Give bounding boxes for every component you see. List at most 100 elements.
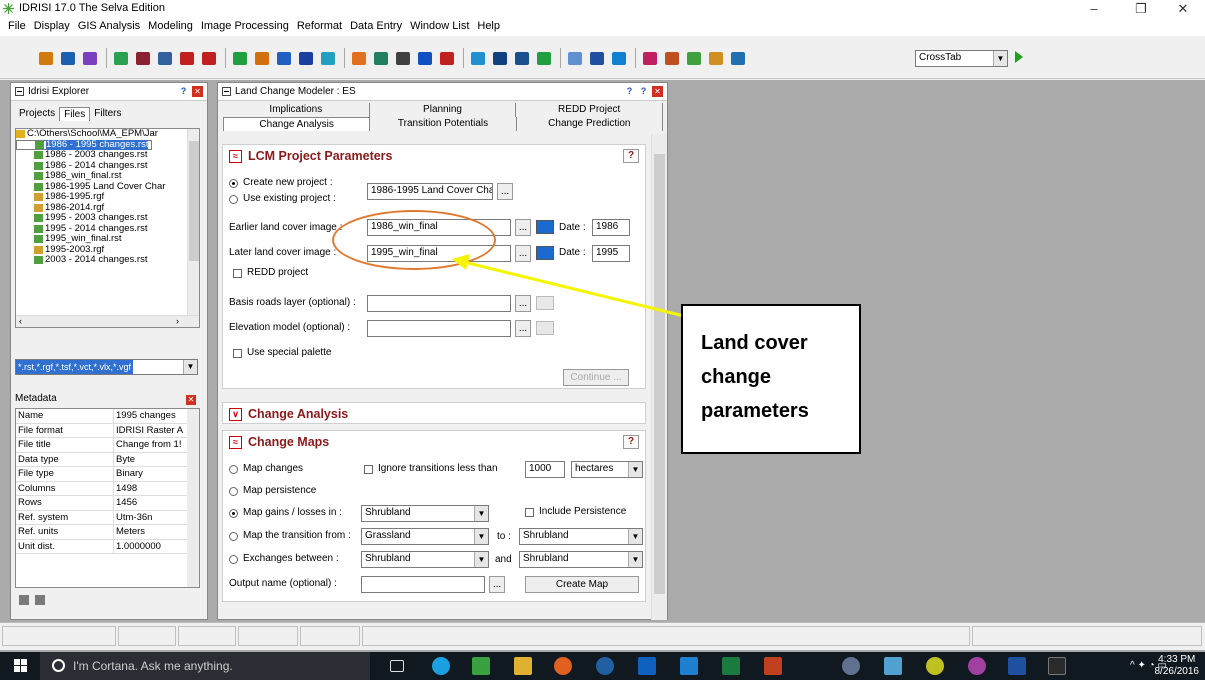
toolbar-tool-icon[interactable]	[490, 48, 510, 68]
gains-class-select[interactable]: Shrubland ▼	[361, 505, 489, 522]
include-persistence-checkbox[interactable]	[525, 508, 534, 517]
toolbar-tool-icon[interactable]	[728, 48, 748, 68]
file-list-item[interactable]: 1986-1995.rgf	[16, 191, 199, 203]
file-list-scrollbar[interactable]	[187, 129, 199, 315]
metadata-value[interactable]: 1.0000000	[114, 540, 186, 554]
create-map-button[interactable]: Create Map	[525, 576, 639, 593]
redd-project-checkbox[interactable]	[233, 269, 242, 278]
collapse-chevron-icon[interactable]: ≈	[229, 435, 242, 449]
close-icon[interactable]: ✕	[186, 395, 196, 405]
continue-button[interactable]: Continue ...	[563, 369, 629, 386]
toolbar-tool-icon[interactable]	[252, 48, 272, 68]
clock[interactable]: 4:33 PM 8/26/2016	[1155, 654, 1200, 678]
tab-files[interactable]: Files	[59, 107, 91, 121]
tab-redd-project[interactable]: REDD Project	[516, 103, 664, 117]
toolbar-tool-icon[interactable]	[58, 48, 78, 68]
project-browse-button[interactable]: ...	[497, 183, 513, 200]
toolbar-tool-icon[interactable]	[684, 48, 704, 68]
toolbar-tool-icon[interactable]	[587, 48, 607, 68]
earlier-image-input[interactable]: 1986_win_final	[367, 219, 511, 236]
chevron-down-icon[interactable]: ▼	[474, 552, 488, 567]
tab-projects[interactable]: Projects	[15, 107, 59, 121]
metadata-scrollbar[interactable]	[187, 409, 199, 587]
toolbar-tool-icon[interactable]	[318, 48, 338, 68]
toolbar-tool-icon[interactable]	[36, 48, 56, 68]
toolbar-tool-icon[interactable]	[177, 48, 197, 68]
later-image-input[interactable]: 1995_win_final	[367, 245, 511, 262]
file-list-item[interactable]: 1986 - 2003 changes.rst	[16, 149, 199, 161]
map-transition-radio[interactable]	[229, 532, 238, 541]
help-button[interactable]: ?	[623, 435, 639, 449]
toolbar-tool-icon[interactable]	[133, 48, 153, 68]
project-name-input[interactable]: 1986-1995 Land Cover Change	[367, 183, 493, 200]
menu-display[interactable]: Display	[30, 18, 74, 36]
tab-change-analysis[interactable]: Change Analysis	[223, 117, 371, 131]
earlier-date-input[interactable]: 1986	[592, 219, 630, 236]
metadata-value[interactable]: 1498	[114, 482, 186, 496]
roads-browse-button[interactable]: ...	[515, 295, 531, 312]
restore-button[interactable]: ❐	[1125, 0, 1157, 18]
toolbar-tool-icon[interactable]	[437, 48, 457, 68]
tab-transition-potentials[interactable]: Transition Potentials	[370, 117, 517, 131]
toolbar-tool-icon[interactable]	[155, 48, 175, 68]
later-browse-button[interactable]: ...	[515, 245, 531, 262]
module-combo[interactable]: CrossTab ▼	[915, 50, 1008, 67]
exchanges-radio[interactable]	[229, 555, 238, 564]
app-icon[interactable]	[1048, 657, 1066, 675]
toolbar-tool-icon[interactable]	[468, 48, 488, 68]
unit-select[interactable]: hectares ▼	[571, 461, 643, 478]
chevron-down-icon[interactable]: ▼	[628, 529, 642, 544]
file-list-item[interactable]: 1986-1995 Land Cover Char	[16, 181, 199, 193]
menu-image-processing[interactable]: Image Processing	[197, 18, 293, 36]
earlier-browse-button[interactable]: ...	[515, 219, 531, 236]
file-list-item[interactable]: 1995_win_final.rst	[16, 233, 199, 245]
toolbar-tool-icon[interactable]	[609, 48, 629, 68]
idrisi-taskbar-icon[interactable]	[472, 657, 490, 675]
metadata-value[interactable]: Byte	[114, 453, 186, 467]
app-icon[interactable]	[968, 657, 986, 675]
toolbar-tool-icon[interactable]	[111, 48, 131, 68]
close-icon[interactable]: ✕	[652, 86, 663, 97]
tab-planning[interactable]: Planning	[370, 103, 517, 117]
tab-implications[interactable]: Implications	[223, 103, 370, 117]
lcm-scrollbar[interactable]	[651, 134, 667, 620]
toolbar-tool-icon[interactable]	[230, 48, 250, 68]
map-changes-radio[interactable]	[229, 465, 238, 474]
special-palette-checkbox[interactable]	[233, 349, 242, 358]
help-button[interactable]: ?	[623, 149, 639, 163]
exchange-b-select[interactable]: Shrubland ▼	[519, 551, 643, 568]
close-button[interactable]: ✕	[1167, 0, 1199, 18]
chevron-down-icon[interactable]: ▼	[474, 529, 488, 544]
menu-file[interactable]: File	[4, 18, 30, 36]
file-list-item[interactable]: 1995 - 2003 changes.rst	[16, 212, 199, 224]
toolbar-tool-icon[interactable]	[80, 48, 100, 68]
elevation-browse-button[interactable]: ...	[515, 320, 531, 337]
outlook-icon[interactable]	[638, 657, 656, 675]
menu-data-entry[interactable]: Data Entry	[346, 18, 406, 36]
toolbar-tool-icon[interactable]	[640, 48, 660, 68]
tab-filters[interactable]: Filters	[90, 107, 125, 121]
toolbar-tool-icon[interactable]	[662, 48, 682, 68]
create-new-radio[interactable]	[229, 179, 238, 188]
later-palette-icon[interactable]	[536, 246, 554, 260]
project-parameters-header[interactable]: ≈ LCM Project Parameters ?	[223, 145, 645, 167]
toolbar-tool-icon[interactable]	[565, 48, 585, 68]
menu-help[interactable]: Help	[473, 18, 504, 36]
chevron-down-icon[interactable]: ▼	[474, 506, 488, 521]
ignore-transitions-checkbox[interactable]	[364, 465, 373, 474]
file-list-item[interactable]: 1986 - 1995 changes.rst	[16, 139, 153, 150]
task-view-icon[interactable]	[390, 660, 404, 672]
file-list-item[interactable]: 1986_win_final.rst	[16, 170, 199, 182]
elevation-input[interactable]	[367, 320, 511, 337]
later-date-input[interactable]: 1995	[592, 245, 630, 262]
output-name-input[interactable]	[361, 576, 485, 593]
chevron-down-icon[interactable]: ▼	[628, 462, 642, 477]
toolbar-tool-icon[interactable]	[296, 48, 316, 68]
globe-icon[interactable]	[596, 657, 614, 675]
file-list-item[interactable]: 2003 - 2014 changes.rst	[16, 254, 199, 266]
menu-gis-analysis[interactable]: GIS Analysis	[74, 18, 144, 36]
change-analysis-header[interactable]: ∨ Change Analysis	[223, 403, 645, 425]
earlier-palette-icon[interactable]	[536, 220, 554, 234]
metadata-value[interactable]: Utm-36n	[114, 511, 186, 525]
menu-window-list[interactable]: Window List	[406, 18, 473, 36]
